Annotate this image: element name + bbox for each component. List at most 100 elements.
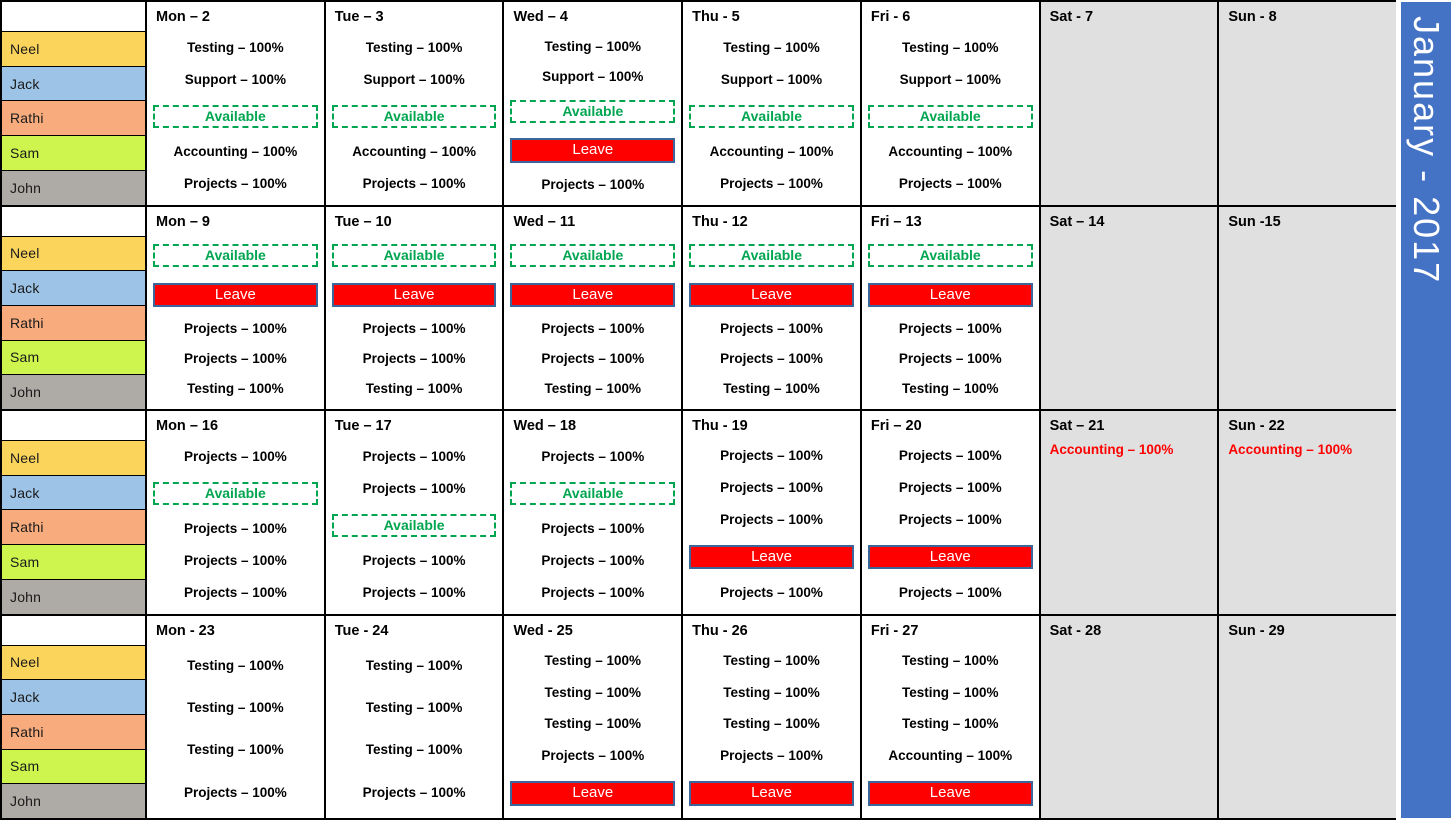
assignment-entry[interactable]: Projects – 100%: [689, 352, 854, 367]
resource-name-jack[interactable]: Jack: [2, 680, 145, 715]
assignment-entry[interactable]: Projects – 100%: [868, 480, 1033, 496]
assignment-entry[interactable]: Accounting – 100%: [1225, 442, 1390, 458]
available-badge[interactable]: Available: [331, 513, 497, 537]
day-cell[interactable]: Fri – 13 Available Leave Projects – 100% Pro…: [861, 206, 1041, 409]
assignment-entry[interactable]: Accounting – 100%: [1047, 442, 1212, 458]
assignment-entry[interactable]: Testing – 100%: [689, 685, 854, 701]
assignment-entry[interactable]: Testing – 100%: [153, 700, 318, 716]
resource-name-rathi[interactable]: Rathi: [2, 305, 145, 341]
assignment-entry[interactable]: Support – 100%: [332, 72, 497, 88]
day-cell[interactable]: Fri – 20 Projects – 100% Projects – 100% Pr…: [861, 411, 1041, 614]
assignment-entry[interactable]: Testing – 100%: [332, 40, 497, 56]
day-cell[interactable]: Wed – 11 Available Leave Projects – 100% Pro…: [504, 206, 684, 409]
leave-badge[interactable]: Leave: [510, 282, 676, 308]
assignment-entry[interactable]: Testing – 100%: [510, 39, 675, 55]
resource-name-rathi[interactable]: Rathi: [2, 101, 145, 137]
day-cell[interactable]: Fri - 27 Testing – 100% Testing – 100% Test…: [861, 615, 1041, 818]
day-cell[interactable]: Mon - 23 Testing – 100% Testing – 100% Test…: [147, 615, 326, 818]
resource-name-sam[interactable]: Sam: [2, 136, 145, 171]
resource-name-sam[interactable]: Sam: [2, 340, 145, 376]
assignment-entry[interactable]: Accounting – 100%: [153, 144, 318, 160]
resource-name-rathi[interactable]: Rathi: [2, 510, 145, 546]
leave-badge[interactable]: Leave: [689, 282, 854, 308]
assignment-entry[interactable]: Projects – 100%: [332, 352, 497, 367]
assignment-entry[interactable]: Testing – 100%: [689, 653, 854, 669]
resource-name-sam[interactable]: Sam: [2, 545, 145, 580]
assignment-entry[interactable]: Projects – 100%: [689, 512, 854, 528]
day-cell[interactable]: Tue – 10 Available Leave Projects – 100% Pro…: [325, 206, 505, 409]
day-cell[interactable]: Wed – 4 Testing – 100% Support – 100% Avail…: [504, 2, 684, 205]
assignment-entry[interactable]: Projects – 100%: [153, 521, 318, 537]
assignment-entry[interactable]: Support – 100%: [510, 69, 675, 85]
assignment-entry[interactable]: Testing – 100%: [689, 717, 854, 732]
day-cell[interactable]: Sat – 21 Accounting – 100%: [1040, 411, 1220, 614]
day-cell[interactable]: Mon – 9 Available Leave Projects – 100% Proj…: [147, 206, 326, 409]
assignment-entry[interactable]: Projects – 100%: [868, 449, 1033, 464]
day-cell[interactable]: Wed - 25 Testing – 100% Testing – 100% Test…: [504, 615, 684, 818]
assignment-entry[interactable]: Projects – 100%: [332, 322, 497, 337]
assignment-entry[interactable]: Projects – 100%: [153, 322, 318, 337]
leave-badge[interactable]: Leave: [331, 282, 497, 308]
assignment-entry[interactable]: Projects – 100%: [332, 176, 497, 192]
assignment-entry[interactable]: Projects – 100%: [510, 177, 675, 193]
day-cell[interactable]: Sat – 14: [1040, 206, 1220, 409]
assignment-entry[interactable]: Testing – 100%: [332, 700, 497, 716]
resource-name-neel[interactable]: Neel: [2, 236, 145, 272]
day-cell[interactable]: Thu - 19 Projects – 100% Projects – 100% Pr…: [683, 411, 862, 614]
assignment-entry[interactable]: Testing – 100%: [868, 717, 1033, 732]
day-cell[interactable]: Thu - 12 Available Leave Projects – 100% Pro…: [683, 206, 862, 409]
available-badge[interactable]: Available: [153, 104, 318, 128]
assignment-entry[interactable]: Testing – 100%: [510, 717, 675, 732]
assignment-entry[interactable]: Testing – 100%: [153, 743, 318, 758]
assignment-entry[interactable]: Projects – 100%: [510, 521, 675, 537]
assignment-entry[interactable]: Testing – 100%: [153, 382, 318, 397]
assignment-entry[interactable]: Accounting – 100%: [689, 144, 854, 160]
resource-name-neel[interactable]: Neel: [2, 32, 145, 67]
resource-name-john[interactable]: John: [2, 579, 145, 614]
assignment-entry[interactable]: Testing – 100%: [332, 743, 497, 758]
assignment-entry[interactable]: Accounting – 100%: [868, 748, 1033, 764]
assignment-entry[interactable]: Projects – 100%: [332, 585, 497, 601]
leave-badge[interactable]: Leave: [689, 781, 854, 806]
assignment-entry[interactable]: Projects – 100%: [332, 481, 497, 497]
day-cell[interactable]: Sat - 28: [1040, 615, 1220, 818]
assignment-entry[interactable]: Testing – 100%: [868, 382, 1033, 397]
assignment-entry[interactable]: Testing – 100%: [510, 653, 675, 669]
available-badge[interactable]: Available: [867, 244, 1033, 268]
leave-badge[interactable]: Leave: [510, 138, 676, 163]
assignment-entry[interactable]: Support – 100%: [153, 72, 318, 88]
assignment-entry[interactable]: Testing – 100%: [153, 40, 318, 56]
assignment-entry[interactable]: Projects – 100%: [868, 322, 1033, 337]
assignment-entry[interactable]: Accounting – 100%: [332, 144, 497, 160]
leave-badge[interactable]: Leave: [153, 282, 318, 308]
assignment-entry[interactable]: Testing – 100%: [868, 685, 1033, 701]
day-cell[interactable]: Sun - 8: [1219, 2, 1397, 205]
assignment-entry[interactable]: Testing – 100%: [153, 658, 318, 674]
assignment-entry[interactable]: Testing – 100%: [868, 40, 1033, 56]
resource-name-sam[interactable]: Sam: [2, 749, 145, 785]
resource-name-neel[interactable]: Neel: [2, 441, 145, 476]
assignment-entry[interactable]: Projects – 100%: [868, 585, 1033, 601]
leave-badge[interactable]: Leave: [867, 282, 1033, 308]
resource-name-john[interactable]: John: [2, 170, 145, 205]
assignment-entry[interactable]: Testing – 100%: [332, 382, 497, 397]
assignment-entry[interactable]: Projects – 100%: [689, 585, 854, 601]
assignment-entry[interactable]: Projects – 100%: [868, 176, 1033, 192]
day-cell[interactable]: Tue – 3 Testing – 100% Support – 100% Avail…: [325, 2, 505, 205]
resource-name-john[interactable]: John: [2, 375, 145, 410]
assignment-entry[interactable]: Projects – 100%: [868, 352, 1033, 367]
assignment-entry[interactable]: Projects – 100%: [332, 553, 497, 569]
day-cell[interactable]: Sun - 29: [1219, 615, 1397, 818]
day-cell[interactable]: Tue - 24 Testing – 100% Testing – 100% Test…: [325, 615, 505, 818]
available-badge[interactable]: Available: [153, 481, 318, 505]
assignment-entry[interactable]: Testing – 100%: [868, 653, 1033, 669]
assignment-entry[interactable]: Support – 100%: [868, 72, 1033, 88]
assignment-entry[interactable]: Testing – 100%: [332, 658, 497, 674]
day-cell[interactable]: Tue – 17 Projects – 100% Projects – 100% Av…: [325, 411, 505, 614]
assignment-entry[interactable]: Projects – 100%: [689, 449, 854, 464]
assignment-entry[interactable]: Projects – 100%: [153, 352, 318, 367]
day-cell[interactable]: Mon – 2 Testing – 100% Support – 100% Avail…: [147, 2, 326, 205]
assignment-entry[interactable]: Projects – 100%: [510, 748, 675, 764]
day-cell[interactable]: Sun - 22 Accounting – 100%: [1219, 411, 1397, 614]
available-badge[interactable]: Available: [331, 104, 497, 128]
